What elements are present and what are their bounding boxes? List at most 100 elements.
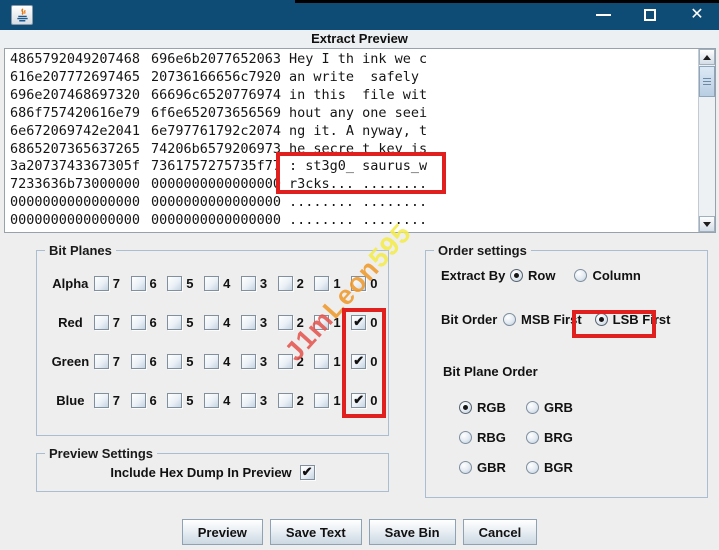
bpo-rgb-option: RGB [459, 400, 526, 415]
green-bit2-checkbox[interactable] [278, 354, 293, 369]
button-row: Preview Save Text Save Bin Cancel [0, 519, 719, 545]
bpo-rbg-radio[interactable] [459, 431, 472, 444]
bit-cell: 6 [131, 276, 168, 291]
hex-column-2: 0000000000000000 [151, 212, 289, 230]
blue-bit7-checkbox[interactable] [94, 393, 109, 408]
order-settings-title: Order settings [434, 243, 531, 258]
green-bit4-checkbox[interactable] [204, 354, 219, 369]
green-bit0-checkbox[interactable] [351, 354, 366, 369]
hex-column-1: 3a2073743367305f [10, 158, 151, 176]
bit-digit-label: 6 [150, 315, 157, 330]
alpha-bit0-checkbox[interactable] [351, 276, 366, 291]
save-bin-button[interactable]: Save Bin [369, 519, 456, 545]
bpo-gbr-radio[interactable] [459, 461, 472, 474]
bit-cell: 3 [241, 354, 278, 369]
bit-planes-rows: Alpha76543210Red76543210Green76543210Blu… [37, 251, 388, 420]
hex-column-2: 0000000000000000 [151, 230, 289, 232]
blue-bit1-checkbox[interactable] [314, 393, 329, 408]
save-text-button[interactable]: Save Text [270, 519, 362, 545]
app-menu-button[interactable] [11, 5, 33, 25]
bit-plane-order-grid: RGBGRBRBGBRGGBRBGR [459, 392, 659, 482]
bit-cell: 1 [314, 354, 351, 369]
hex-dump-row: 00000000000000000000000000000000........… [10, 230, 698, 232]
blue-bit2-checkbox[interactable] [278, 393, 293, 408]
red-bit5-checkbox[interactable] [167, 315, 182, 330]
bit-cell: 4 [204, 393, 241, 408]
ascii-column: in this file wit [289, 87, 427, 105]
bit-digit-label: 5 [186, 393, 193, 408]
bit-plane-order-label: Bit Plane Order [443, 364, 538, 379]
red-bit6-checkbox[interactable] [131, 315, 146, 330]
bit-digit-label: 3 [260, 276, 267, 291]
alpha-bit2-checkbox[interactable] [278, 276, 293, 291]
preview-settings-title: Preview Settings [45, 446, 157, 461]
hex-column-2: 0000000000000000 [151, 176, 289, 194]
extract-by-row: Extract By RowColumn [441, 268, 641, 283]
alpha-bit6-checkbox[interactable] [131, 276, 146, 291]
bpo-grid-row: GBRBGR [459, 452, 659, 482]
hex-column-1: 696e207468697320 [10, 87, 151, 105]
scroll-down-button[interactable] [699, 216, 715, 232]
alpha-bit7-checkbox[interactable] [94, 276, 109, 291]
bit-digit-label: 4 [223, 354, 230, 369]
bit-cell: 2 [278, 315, 315, 330]
scroll-up-button[interactable] [699, 49, 715, 65]
blue-bit4-checkbox[interactable] [204, 393, 219, 408]
red-bit1-checkbox[interactable] [314, 315, 329, 330]
alpha-bit3-checkbox[interactable] [241, 276, 256, 291]
bit-cell: 2 [278, 393, 315, 408]
bpo-grb-radio[interactable] [526, 401, 539, 414]
green-bit6-checkbox[interactable] [131, 354, 146, 369]
bit-digit-label: 1 [333, 354, 340, 369]
bit-plane-row-alpha: Alpha76543210 [37, 264, 388, 303]
bit-order-lsb-first-radio[interactable] [595, 313, 608, 326]
green-bit7-checkbox[interactable] [94, 354, 109, 369]
close-button[interactable]: ✕ [689, 7, 705, 23]
bit-order-lsb-first-option: LSB First [595, 312, 671, 327]
bit-plane-row-red: Red76543210 [37, 303, 388, 342]
bit-cell: 1 [314, 315, 351, 330]
ascii-column: ........ ........ [289, 194, 427, 212]
hex-column-2: 6f6e652073656569 [151, 105, 289, 123]
bit-order-options: MSB FirstLSB First [503, 312, 670, 327]
close-icon: ✕ [690, 7, 703, 23]
include-hex-checkbox[interactable] [300, 465, 315, 480]
red-bit3-checkbox[interactable] [241, 315, 256, 330]
radio-label: LSB First [613, 312, 671, 327]
bit-planes-title: Bit Planes [45, 243, 116, 258]
green-bit1-checkbox[interactable] [314, 354, 329, 369]
bit-digit-label: 2 [297, 354, 304, 369]
extract-by-column-radio[interactable] [574, 269, 587, 282]
green-bit3-checkbox[interactable] [241, 354, 256, 369]
alpha-bit4-checkbox[interactable] [204, 276, 219, 291]
minimize-button[interactable] [595, 7, 611, 23]
bpo-bgr-radio[interactable] [526, 461, 539, 474]
channel-label: Red [47, 315, 94, 330]
bit-cell: 0 [351, 276, 388, 291]
scrollbar-thumb[interactable] [699, 66, 715, 97]
bit-plane-row-green: Green76543210 [37, 342, 388, 381]
vertical-scrollbar[interactable] [698, 49, 715, 232]
red-bit0-checkbox[interactable] [351, 315, 366, 330]
bit-order-msb-first-radio[interactable] [503, 313, 516, 326]
blue-bit3-checkbox[interactable] [241, 393, 256, 408]
preview-button[interactable]: Preview [182, 519, 263, 545]
red-bit7-checkbox[interactable] [94, 315, 109, 330]
cancel-button[interactable]: Cancel [463, 519, 538, 545]
alpha-bit5-checkbox[interactable] [167, 276, 182, 291]
alpha-bit1-checkbox[interactable] [314, 276, 329, 291]
hex-dump-textarea[interactable]: 4865792049207468696e6b2077652063Hey I th… [4, 48, 716, 233]
red-bit2-checkbox[interactable] [278, 315, 293, 330]
bpo-brg-radio[interactable] [526, 431, 539, 444]
red-bit4-checkbox[interactable] [204, 315, 219, 330]
maximize-button[interactable] [642, 7, 658, 23]
bit-cell: 3 [241, 315, 278, 330]
minimize-icon [596, 14, 611, 16]
bpo-rgb-radio[interactable] [459, 401, 472, 414]
extract-by-row-radio[interactable] [510, 269, 523, 282]
blue-bit6-checkbox[interactable] [131, 393, 146, 408]
extract-preview-window: ✕ Extract Preview 4865792049207468696e6b… [0, 0, 719, 550]
green-bit5-checkbox[interactable] [167, 354, 182, 369]
blue-bit5-checkbox[interactable] [167, 393, 182, 408]
blue-bit0-checkbox[interactable] [351, 393, 366, 408]
